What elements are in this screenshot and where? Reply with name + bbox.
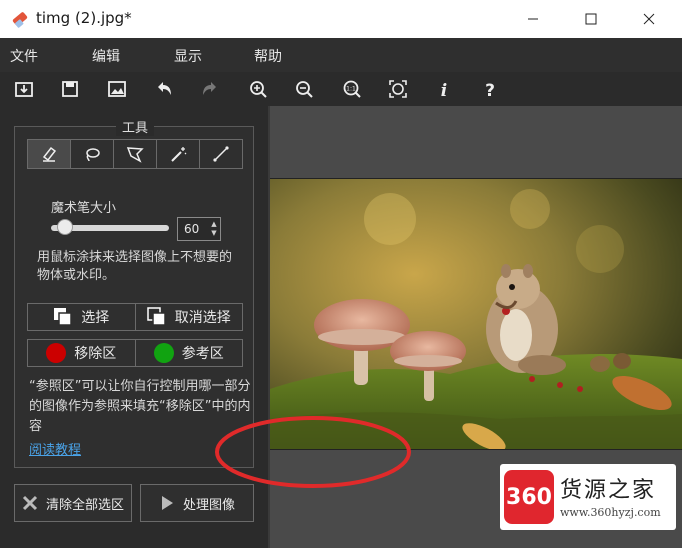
zoom-fit-button[interactable] xyxy=(386,78,410,100)
maximize-button[interactable] xyxy=(568,0,614,38)
tool-lasso[interactable] xyxy=(71,140,114,168)
process-label: 处理图像 xyxy=(182,497,235,513)
help-button[interactable]: ? xyxy=(478,78,502,100)
help-text: 用鼠标涂抹来选择图像上不想要的物体或水印。 xyxy=(37,250,233,283)
zoom-out-button[interactable] xyxy=(292,78,316,100)
svg-text:1:1: 1:1 xyxy=(346,86,356,93)
brush-size-stepper[interactable]: 60 ▲ ▼ xyxy=(177,217,221,241)
maximize-icon xyxy=(585,13,597,25)
clear-all-label: 清除全部选区 xyxy=(45,497,124,513)
zoom-out-icon xyxy=(296,81,313,98)
marker-icon xyxy=(42,146,57,162)
red-dot-icon xyxy=(46,343,67,363)
save-icon xyxy=(62,81,78,97)
selection-tools xyxy=(27,139,243,169)
stepper-arrows-icon[interactable]: ▲ ▼ xyxy=(210,220,218,238)
zoom-in-icon xyxy=(250,81,267,98)
remove-area-label: 移除区 xyxy=(74,346,117,362)
tool-marker[interactable] xyxy=(28,140,71,168)
watermark: 360 货源之家 www.360hyzj.com xyxy=(500,464,676,530)
minimize-icon xyxy=(528,18,538,20)
brush-size-value[interactable]: 60 xyxy=(184,222,199,236)
magic-wand-icon xyxy=(171,147,187,162)
reference-area-label: 参考区 xyxy=(181,346,224,362)
help-icon: ? xyxy=(485,81,495,99)
watermark-url: www.360hyzj.com xyxy=(560,506,661,519)
toolbar: 1:1 i ? xyxy=(0,72,682,106)
select-button[interactable]: 选择 xyxy=(28,304,136,330)
close-button[interactable] xyxy=(626,0,672,38)
eraser-app-icon xyxy=(10,9,30,29)
svg-text:?: ? xyxy=(485,81,495,99)
zoom-actual-icon: 1:1 xyxy=(343,80,361,98)
area-buttons: 移除区 参考区 xyxy=(27,339,243,367)
remove-area-button[interactable]: 移除区 xyxy=(28,340,136,366)
polygon-lasso-icon xyxy=(126,147,144,163)
redo-icon xyxy=(203,82,216,95)
panel-title: 工具 xyxy=(15,117,255,136)
play-icon xyxy=(161,496,173,510)
save-button[interactable] xyxy=(58,78,82,100)
zoom-fit-icon xyxy=(389,80,407,98)
undo-button[interactable] xyxy=(152,78,176,100)
menu-bar: 文件 编辑 显示 帮助 xyxy=(0,38,682,72)
brush-size-slider-thumb[interactable] xyxy=(57,219,74,235)
open-button[interactable] xyxy=(12,78,36,100)
deselect-label: 取消选择 xyxy=(174,310,231,326)
close-icon xyxy=(643,13,655,25)
zoom-in-button[interactable] xyxy=(246,78,270,100)
brush-size-label: 魔术笔大小 xyxy=(51,201,117,216)
watermark-name: 货源之家 xyxy=(560,478,657,503)
open-icon xyxy=(15,82,33,97)
menu-help[interactable]: 帮助 xyxy=(254,46,282,66)
menu-file[interactable]: 文件 xyxy=(10,46,38,66)
undo-icon xyxy=(158,82,171,95)
tool-line[interactable] xyxy=(200,140,242,168)
deselect-button[interactable]: 取消选择 xyxy=(136,304,243,330)
tutorial-link[interactable]: 阅读教程 xyxy=(29,439,81,458)
info-icon: i xyxy=(441,81,447,99)
green-dot-icon xyxy=(153,343,174,363)
svg-text:i: i xyxy=(441,81,447,99)
annotation-ellipse xyxy=(215,416,411,488)
redo-button[interactable] xyxy=(198,78,222,100)
menu-edit[interactable]: 编辑 xyxy=(92,46,120,66)
window-title: timg (2).jpg* xyxy=(36,9,132,27)
line-icon xyxy=(213,146,229,162)
image-icon xyxy=(108,81,126,97)
reference-area-button[interactable]: 参考区 xyxy=(136,340,243,366)
selection-buttons: 选择 取消选择 xyxy=(27,303,243,331)
photo-image xyxy=(270,179,682,449)
zoom-actual-button[interactable]: 1:1 xyxy=(340,78,364,100)
title-bar: timg (2).jpg* xyxy=(0,0,682,38)
clear-all-selection-button[interactable]: 清除全部选区 xyxy=(14,484,132,522)
menu-view[interactable]: 显示 xyxy=(174,46,202,66)
watermark-logo: 360 xyxy=(504,470,554,524)
minimize-button[interactable] xyxy=(510,0,556,38)
deselect-icon xyxy=(147,307,166,326)
select-icon xyxy=(54,308,72,326)
clear-x-icon xyxy=(22,495,38,511)
select-label: 选择 xyxy=(81,310,110,326)
save-image-button[interactable] xyxy=(105,78,129,100)
tool-magic-wand[interactable] xyxy=(157,140,200,168)
photo-preview[interactable] xyxy=(270,178,682,450)
tool-polygon-lasso[interactable] xyxy=(114,140,157,168)
info-button[interactable]: i xyxy=(432,78,456,100)
lasso-icon xyxy=(86,148,100,162)
